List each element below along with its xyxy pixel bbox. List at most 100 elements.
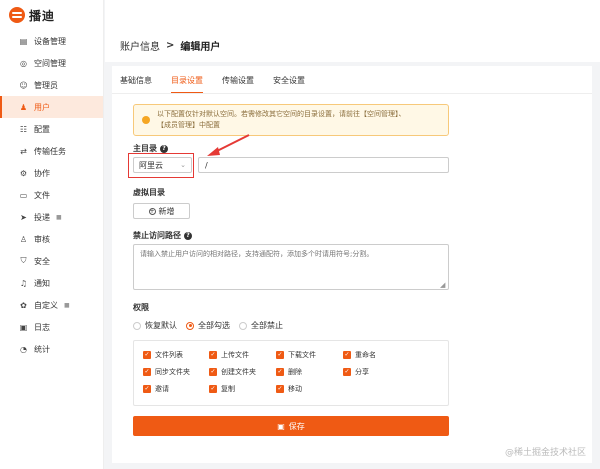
sidebar-item-logs[interactable]: ▣ 日志 xyxy=(0,316,103,338)
perm-label: 复制 xyxy=(221,385,235,393)
device-icon: ▤ xyxy=(19,36,28,46)
checkbox-checked-icon: ✓ xyxy=(143,351,151,359)
sidebar-item-send[interactable]: ➤ 投递 ■ xyxy=(0,206,103,228)
sidebar-item-stats[interactable]: ◔ 统计 xyxy=(0,338,103,360)
bell-icon: ♫ xyxy=(19,278,28,288)
radio-label: 全部勾选 xyxy=(198,321,230,330)
radio-icon xyxy=(133,321,141,330)
permission-radio-group: 恢复默认 全部勾选 全部禁止 xyxy=(133,320,283,331)
checkbox-checked-icon: ✓ xyxy=(143,368,151,376)
sidebar-item-files[interactable]: ▭ 文件 xyxy=(0,184,103,206)
perm-rename[interactable]: ✓ 重命名 xyxy=(343,350,376,360)
sidebar-item-spaces[interactable]: ◎ 空间管理 xyxy=(0,52,103,74)
perm-delete[interactable]: ✓ 删除 xyxy=(276,367,302,377)
sidebar-item-notify[interactable]: ♫ 通知 xyxy=(0,272,103,294)
sidebar-item-transfer[interactable]: ⇄ 传输任务 xyxy=(0,140,103,162)
permissions-label-text: 权限 xyxy=(133,303,149,312)
resize-handle-icon[interactable]: ◢ xyxy=(440,281,445,289)
forbidden-path-label-text: 禁止访问路径 xyxy=(133,231,181,240)
add-button-label: 新增 xyxy=(158,206,175,216)
lock-icon: ■ xyxy=(56,213,62,221)
sidebar-item-config[interactable]: ☷ 配置 xyxy=(0,118,103,140)
tab-directory-settings[interactable]: 目录设置 xyxy=(171,75,203,94)
perm-label: 重命名 xyxy=(355,351,376,359)
page-title: 编辑用户 xyxy=(180,42,221,53)
perm-share[interactable]: ✓ 分享 xyxy=(343,367,369,377)
sidebar-item-audit[interactable]: ♙ 审核 xyxy=(0,228,103,250)
radio-select-all[interactable]: 全部勾选 xyxy=(186,320,230,331)
breadcrumb-parent[interactable]: 账户信息 xyxy=(120,38,160,53)
radio-icon xyxy=(239,321,247,330)
radio-restore-default[interactable]: 恢复默认 xyxy=(133,320,177,331)
save-button[interactable]: ▣ 保存 xyxy=(133,416,449,436)
perm-invite[interactable]: ✓ 邀请 xyxy=(143,384,169,394)
breadcrumb-separator: > xyxy=(166,40,175,51)
page-header: 账户信息 > 编辑用户 xyxy=(105,0,600,62)
sidebar-nav: ▤ 设备管理 ◎ 空间管理 ☺ 管理员 ♟ 用户 ☷ 配置 ⇄ 传输任务 ⚙ 协作 ▭ 文件 ➤… xyxy=(0,30,103,360)
checkbox-checked-icon: ✓ xyxy=(209,385,217,393)
sidebar-item-label: 日志 xyxy=(34,322,50,332)
sidebar-item-label: 投递 xyxy=(34,212,50,222)
sidebar-item-label: 安全 xyxy=(34,256,50,266)
custom-icon: ✿ xyxy=(20,300,27,310)
sidebar-item-devices[interactable]: ▤ 设备管理 xyxy=(0,30,103,52)
virtual-dir-label-text: 虚拟目录 xyxy=(133,188,165,197)
help-icon[interactable]: ? xyxy=(184,231,192,240)
audit-icon: ♙ xyxy=(19,234,28,244)
logo[interactable]: 播迪 xyxy=(0,0,103,30)
perm-label: 下载文件 xyxy=(288,351,316,359)
checkbox-checked-icon: ✓ xyxy=(343,351,351,359)
perm-label: 上传文件 xyxy=(221,351,249,359)
plus-icon: + xyxy=(148,207,156,215)
collab-icon: ⚙ xyxy=(19,168,28,178)
perm-label: 邀请 xyxy=(155,385,169,393)
perm-download[interactable]: ✓ 下载文件 xyxy=(276,350,316,360)
config-icon: ☷ xyxy=(19,124,28,134)
root-path-input[interactable] xyxy=(198,157,449,173)
perm-move[interactable]: ✓ 移动 xyxy=(276,384,302,394)
transfer-icon: ⇄ xyxy=(20,146,27,156)
tab-basic-info[interactable]: 基础信息 xyxy=(120,75,152,94)
perm-upload[interactable]: ✓ 上传文件 xyxy=(209,350,249,360)
perm-label: 分享 xyxy=(355,368,369,376)
sidebar-item-label: 空间管理 xyxy=(34,58,66,68)
tab-transfer-settings[interactable]: 传输设置 xyxy=(222,75,254,94)
sidebar-item-admins[interactable]: ☺ 管理员 xyxy=(0,74,103,96)
tab-bar: 基础信息 目录设置 传输设置 安全设置 xyxy=(120,75,305,94)
checkbox-checked-icon: ✓ xyxy=(276,351,284,359)
perm-copy[interactable]: ✓ 复制 xyxy=(209,384,235,394)
sidebar-item-label: 审核 xyxy=(34,234,50,244)
tab-security-settings[interactable]: 安全设置 xyxy=(273,75,305,94)
sidebar-item-label: 统计 xyxy=(34,344,50,354)
tab-divider xyxy=(112,93,592,94)
send-icon: ➤ xyxy=(20,212,27,222)
sidebar-item-label: 用户 xyxy=(34,102,50,112)
perm-label: 移动 xyxy=(288,385,302,393)
perm-create-folder[interactable]: ✓ 创建文件夹 xyxy=(209,367,256,377)
notice-banner: 以下配置仅针对默认空间。若需修改其它空间的目录设置，请前往【空间管理】、 【成员… xyxy=(133,104,449,136)
checkbox-checked-icon: ✓ xyxy=(209,368,217,376)
perm-sync-folder[interactable]: ✓ 同步文件夹 xyxy=(143,367,190,377)
sidebar-item-security[interactable]: ⛉ 安全 xyxy=(0,250,103,272)
sidebar-item-collab[interactable]: ⚙ 协作 xyxy=(0,162,103,184)
forbidden-path-textarea[interactable] xyxy=(133,244,449,290)
perm-label: 文件列表 xyxy=(155,351,183,359)
lock-icon: ■ xyxy=(64,301,70,309)
sidebar-item-label: 自定义 xyxy=(34,300,58,310)
sidebar-item-label: 协作 xyxy=(34,168,50,178)
checkbox-checked-icon: ✓ xyxy=(143,385,151,393)
radio-label: 全部禁止 xyxy=(251,321,283,330)
radio-deny-all[interactable]: 全部禁止 xyxy=(239,320,283,331)
admin-icon: ☺ xyxy=(19,80,28,90)
add-virtual-dir-button[interactable]: + 新增 xyxy=(133,203,190,219)
file-icon: ▭ xyxy=(19,190,28,200)
help-icon[interactable]: ? xyxy=(160,144,168,153)
sidebar-item-custom[interactable]: ✿ 自定义 ■ xyxy=(0,294,103,316)
perm-file-list[interactable]: ✓ 文件列表 xyxy=(143,350,183,360)
perm-label: 删除 xyxy=(288,368,302,376)
space-icon: ◎ xyxy=(20,58,27,68)
checkbox-checked-icon: ✓ xyxy=(276,368,284,376)
notice-line-1: 以下配置仅针对默认空间。若需修改其它空间的目录设置，请前往【空间管理】、 xyxy=(157,110,406,118)
sidebar-item-users[interactable]: ♟ 用户 xyxy=(0,96,103,118)
perm-label: 同步文件夹 xyxy=(155,368,190,376)
